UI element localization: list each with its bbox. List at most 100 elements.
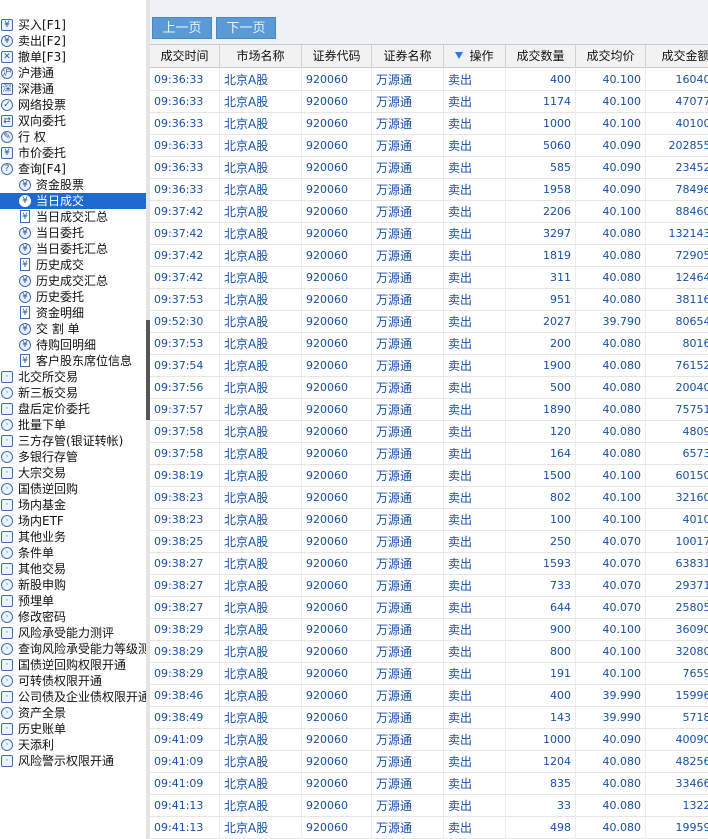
sidebar-item-5[interactable]: ✓ 网络投票	[0, 97, 146, 113]
column-header-5[interactable]: 成交数量	[506, 45, 576, 68]
sidebar-item-28[interactable]: · 大宗交易	[0, 465, 146, 481]
table-row[interactable]: 09:36:33北京A股920060万源通卖出58540.09023452.6	[150, 157, 708, 179]
column-header-0[interactable]: 成交时间	[150, 45, 220, 68]
table-row[interactable]: 09:37:42北京A股920060万源通卖出329740.080132143.…	[150, 223, 708, 245]
table-row[interactable]: 09:37:58北京A股920060万源通卖出12040.0804809.6	[150, 421, 708, 443]
sidebar-item-2[interactable]: ✕ 撤单[F3]	[0, 49, 146, 65]
sidebar-item-10[interactable]: ¥ 资金股票	[0, 177, 146, 193]
sidebar-item-11[interactable]: ¥ 当日成交	[0, 193, 146, 209]
table-row[interactable]: 09:36:33北京A股920060万源通卖出117440.10047077.4	[150, 91, 708, 113]
sidebar-item-43[interactable]: · 资产全景	[0, 705, 146, 721]
next-page-button[interactable]: 下一页	[216, 17, 276, 39]
table-row[interactable]: 09:36:33北京A股920060万源通卖出100040.10040100.0	[150, 113, 708, 135]
table-row[interactable]: 09:38:29北京A股920060万源通卖出80040.10032080.0	[150, 641, 708, 663]
sidebar-item-41[interactable]: · 可转债权限开通	[0, 673, 146, 689]
table-row[interactable]: 09:38:46北京A股920060万源通卖出40039.99015996.0	[150, 685, 708, 707]
sidebar-item-18[interactable]: ¥ 资金明细	[0, 305, 146, 321]
sidebar-item-32[interactable]: · 其他业务	[0, 529, 146, 545]
column-header-1[interactable]: 市场名称	[220, 45, 302, 68]
sidebar-item-label: 三方存管(银证转帐)	[18, 434, 124, 448]
sidebar-item-46[interactable]: · 风险警示权限开通	[0, 753, 146, 769]
table-row[interactable]: 09:37:58北京A股920060万源通卖出16440.0806573.1	[150, 443, 708, 465]
table-row[interactable]: 09:37:42北京A股920060万源通卖出181940.08072905.5	[150, 245, 708, 267]
sidebar-item-13[interactable]: ¥ 当日委托	[0, 225, 146, 241]
sidebar-item-39[interactable]: · 查询风险承受能力等级测	[0, 641, 146, 657]
column-header-3[interactable]: 证券名称	[372, 45, 444, 68]
table-row[interactable]: 09:38:25北京A股920060万源通卖出25040.07010017.5	[150, 531, 708, 553]
prev-page-button[interactable]: 上一页	[152, 17, 212, 39]
sidebar-item-42[interactable]: · 公司债及企业债权限开通	[0, 689, 146, 705]
table-cell: 920060	[302, 355, 372, 377]
table-row[interactable]: 09:41:09北京A股920060万源通卖出83540.08033466.8	[150, 773, 708, 795]
sidebar-item-22[interactable]: · 北交所交易	[0, 369, 146, 385]
sidebar-item-0[interactable]: ¥ 买入[F1]	[0, 17, 146, 33]
table-row[interactable]: 09:37:42北京A股920060万源通卖出31140.08012464.8	[150, 267, 708, 289]
table-row[interactable]: 09:38:29北京A股920060万源通卖出19140.1007659.1	[150, 663, 708, 685]
table-row[interactable]: 09:38:23北京A股920060万源通卖出10040.1004010.0	[150, 509, 708, 531]
sidebar-item-29[interactable]: · 国债逆回购	[0, 481, 146, 497]
sidebar-item-26[interactable]: · 三方存管(银证转帐)	[0, 433, 146, 449]
table-row[interactable]: 09:52:30北京A股920060万源通卖出202739.79080654.3	[150, 311, 708, 333]
table-row[interactable]: 09:36:33北京A股920060万源通卖出40040.10016040.0	[150, 69, 708, 91]
sidebar-item-37[interactable]: · 修改密码	[0, 609, 146, 625]
column-header-2[interactable]: 证券代码	[302, 45, 372, 68]
column-header-6[interactable]: 成交均价	[576, 45, 646, 68]
sidebar-item-19[interactable]: ¥ 交 割 单	[0, 321, 146, 337]
table-row[interactable]: 09:38:19北京A股920060万源通卖出150040.10060150.0	[150, 465, 708, 487]
table-row[interactable]: 09:41:09北京A股920060万源通卖出120440.08048256.3	[150, 751, 708, 773]
sidebar-item-9[interactable]: ? 查询[F4]	[0, 161, 146, 177]
table-row[interactable]: 09:41:13北京A股920060万源通卖出3340.0801322.6	[150, 795, 708, 817]
sidebar-item-31[interactable]: · 场内ETF	[0, 513, 146, 529]
table-row[interactable]: 09:37:57北京A股920060万源通卖出189040.08075751.2	[150, 399, 708, 421]
sidebar-item-25[interactable]: · 批量下单	[0, 417, 146, 433]
sidebar-item-4[interactable]: 深深港通	[0, 81, 146, 97]
table-row[interactable]: 09:36:33北京A股920060万源通卖出506040.090202855.…	[150, 135, 708, 157]
sidebar-item-1[interactable]: ¥ 卖出[F2]	[0, 33, 146, 49]
sidebar-item-23[interactable]: · 新三板交易	[0, 385, 146, 401]
sidebar-item-label: 其他业务	[18, 530, 67, 544]
column-header-4[interactable]: 操作	[444, 45, 506, 68]
table-row[interactable]: 09:37:53北京A股920060万源通卖出20040.0808016.0	[150, 333, 708, 355]
sidebar-item-27[interactable]: · 多银行存管	[0, 449, 146, 465]
table-row[interactable]: 09:37:56北京A股920060万源通卖出50040.08020040.0	[150, 377, 708, 399]
sidebar-item-33[interactable]: · 条件单	[0, 545, 146, 561]
table-row[interactable]: 09:37:42北京A股920060万源通卖出220640.10088460.6	[150, 201, 708, 223]
sidebar-item-38[interactable]: · 风险承受能力测评	[0, 625, 146, 641]
sidebar-item-20[interactable]: ¥ 待购回明细	[0, 337, 146, 353]
sort-desc-icon[interactable]	[455, 52, 464, 59]
sidebar-item-17[interactable]: ¥ 历史委托	[0, 289, 146, 305]
sidebar-item-14[interactable]: ¥ 当日委托汇总	[0, 241, 146, 257]
sidebar-item-34[interactable]: · 其他交易	[0, 561, 146, 577]
sidebar-item-12[interactable]: ¥ 当日成交汇总	[0, 209, 146, 225]
table-row[interactable]: 09:36:33北京A股920060万源通卖出195840.09078496.2	[150, 179, 708, 201]
sidebar-item-8[interactable]: ¥ 市价委托	[0, 145, 146, 161]
sidebar-item-15[interactable]: ¥ 历史成交	[0, 257, 146, 273]
table-row[interactable]: 09:38:27北京A股920060万源通卖出159340.07063831.5	[150, 553, 708, 575]
sidebar-item-45[interactable]: · 天添利	[0, 737, 146, 753]
sidebar-item-24[interactable]: · 盘后定价委托	[0, 401, 146, 417]
sidebar-item-36[interactable]: · 预埋单	[0, 593, 146, 609]
table-row[interactable]: 09:38:29北京A股920060万源通卖出90040.10036090.0	[150, 619, 708, 641]
sidebar-item-35[interactable]: · 新股申购	[0, 577, 146, 593]
sidebar-item-30[interactable]: · 场内基金	[0, 497, 146, 513]
sidebar-item-6[interactable]: ⇄ 双向委托	[0, 113, 146, 129]
table-row[interactable]: 09:38:27北京A股920060万源通卖出73340.07029371.3	[150, 575, 708, 597]
sidebar-item-3[interactable]: 沪沪港通	[0, 65, 146, 81]
column-header-7[interactable]: 成交金额	[646, 45, 708, 68]
sidebar-item-40[interactable]: · 国债逆回购权限开通	[0, 657, 146, 673]
table-row[interactable]: 09:37:53北京A股920060万源通卖出95140.08038116.0	[150, 289, 708, 311]
sidebar-item-16[interactable]: ¥ 历史成交汇总	[0, 273, 146, 289]
table-row[interactable]: 09:37:54北京A股920060万源通卖出190040.08076152.0	[150, 355, 708, 377]
table-cell: 09:37:58	[150, 421, 220, 443]
table-row[interactable]: 09:38:49北京A股920060万源通卖出14339.9905718.5	[150, 707, 708, 729]
table-row[interactable]: 09:38:27北京A股920060万源通卖出64440.07025805.0	[150, 597, 708, 619]
block-trade-icon: ·	[0, 466, 14, 480]
sidebar-item-21[interactable]: ¥ 客户股东席位信息	[0, 353, 146, 369]
sidebar-item-7[interactable]: ✎ 行 权	[0, 129, 146, 145]
table-row[interactable]: 09:41:09北京A股920060万源通卖出100040.09040090.0	[150, 729, 708, 751]
table-row[interactable]: 09:38:23北京A股920060万源通卖出80240.10032160.2	[150, 487, 708, 509]
table-row[interactable]: 09:41:13北京A股920060万源通卖出49840.08019959.8	[150, 817, 708, 839]
table-cell: 北京A股	[220, 377, 302, 399]
sidebar-item-44[interactable]: · 历史账单	[0, 721, 146, 737]
table-cell: 卖出	[444, 223, 506, 245]
